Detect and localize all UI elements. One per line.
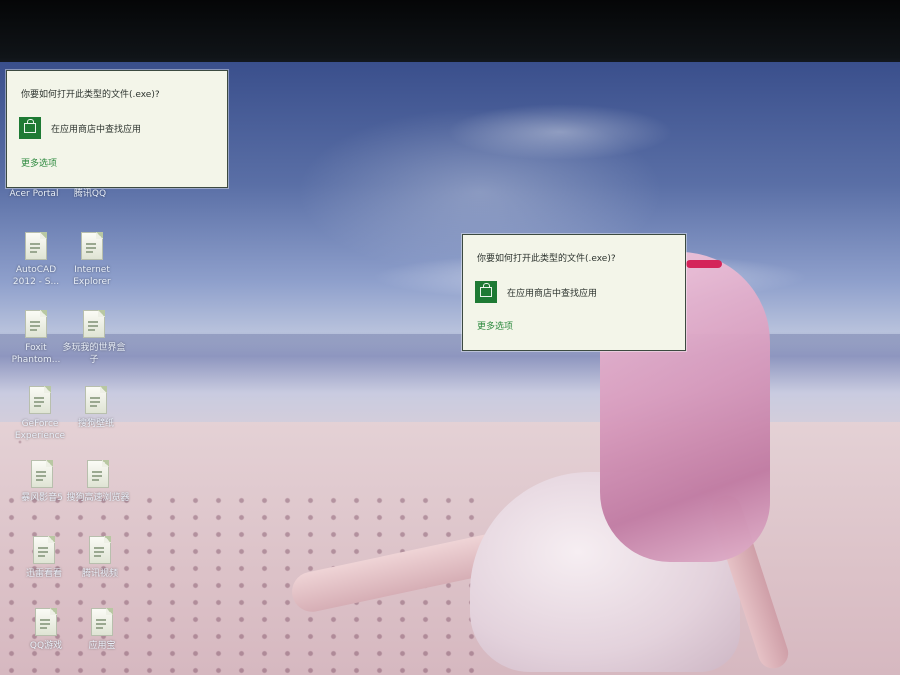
more-options-link[interactable]: 更多选项 <box>21 156 57 169</box>
desktop-icon-acer-portal[interactable]: Acer Portal <box>2 188 66 200</box>
desktop-icon-row6-right[interactable]: 腾讯视频 <box>68 536 132 580</box>
dialog-title: 你要如何打开此类型的文件(.exe)? <box>477 254 616 264</box>
more-options-link[interactable]: 更多选项 <box>477 319 513 332</box>
open-with-dialog-center[interactable]: 你要如何打开此类型的文件(.exe)? 在应用商店中查找应用 更多选项 <box>462 234 686 351</box>
store-option[interactable]: 在应用商店中查找应用 <box>19 117 141 139</box>
desktop-icon-row7-left[interactable]: QQ游戏 <box>14 608 78 652</box>
file-icon <box>91 608 113 636</box>
wallpaper-hair-clip <box>686 260 722 268</box>
desktop-icon-label: Acer Portal <box>9 189 59 199</box>
desktop-icon-row6-left[interactable]: 迅雷看看 <box>12 536 76 580</box>
desktop-icon-label: 应用宝 <box>88 641 116 651</box>
desktop-icon-label: Foxit Phantom... <box>11 343 61 365</box>
desktop-icon-foxit[interactable]: Foxit Phantom... <box>4 310 68 366</box>
desktop-icon-label: 搜狗壁纸 <box>77 419 114 429</box>
desktop-icon-label: 搜狗高速浏览器 <box>66 493 130 503</box>
desktop-icon-label: 腾讯视频 <box>81 569 118 579</box>
file-icon <box>31 460 53 488</box>
store-option-label: 在应用商店中查找应用 <box>51 124 142 135</box>
dialog-title: 你要如何打开此类型的文件(.exe)? <box>21 90 160 100</box>
desktop-icon-label: GeForce Experience <box>14 419 66 441</box>
monitor-screen: Acer Portal 腾讯QQ AutoCAD 2012 - S... Int… <box>0 0 900 675</box>
desktop-icon-autocad[interactable]: AutoCAD 2012 - S... <box>4 232 68 288</box>
file-icon <box>87 460 109 488</box>
desktop-icon-baofeng[interactable]: 暴风影音5 <box>10 460 74 504</box>
windows-store-icon <box>475 281 497 303</box>
desktop-icon-label: Internet Explorer <box>73 265 111 287</box>
desktop-icon-label: QQ游戏 <box>29 641 63 651</box>
desktop-icon-tencent-qq[interactable]: 腾讯QQ <box>58 188 122 200</box>
file-icon <box>83 310 105 338</box>
file-icon <box>81 232 103 260</box>
store-option-label: 在应用商店中查找应用 <box>507 288 598 299</box>
desktop-icon-label: 暴风影音5 <box>21 493 63 503</box>
file-icon <box>25 310 47 338</box>
windows-store-icon <box>19 117 41 139</box>
file-icon <box>85 386 107 414</box>
file-icon <box>25 232 47 260</box>
desktop-icon-label: AutoCAD 2012 - S... <box>12 265 60 287</box>
file-icon <box>33 536 55 564</box>
store-option[interactable]: 在应用商店中查找应用 <box>475 281 597 303</box>
file-icon <box>35 608 57 636</box>
desktop-icon-sougou[interactable]: 搜狗壁纸 <box>64 386 128 430</box>
desktop-icon-internet-explorer[interactable]: Internet Explorer <box>60 232 124 288</box>
desktop-icon-sougou-browser[interactable]: 搜狗高速浏览器 <box>66 460 130 504</box>
file-icon <box>89 536 111 564</box>
desktop-icon-row7-right[interactable]: 应用宝 <box>70 608 134 652</box>
desktop-icon-duowan[interactable]: 多玩我的世界盒子 <box>62 310 126 366</box>
desktop-icon-label: 多玩我的世界盒子 <box>62 343 126 365</box>
desktop-icon-geforce[interactable]: GeForce Experience <box>8 386 72 442</box>
desktop-icon-label: 腾讯QQ <box>73 189 107 199</box>
open-with-dialog-left[interactable]: 你要如何打开此类型的文件(.exe)? 在应用商店中查找应用 更多选项 <box>6 70 228 188</box>
desktop-icon-label: 迅雷看看 <box>25 569 62 579</box>
file-icon <box>29 386 51 414</box>
